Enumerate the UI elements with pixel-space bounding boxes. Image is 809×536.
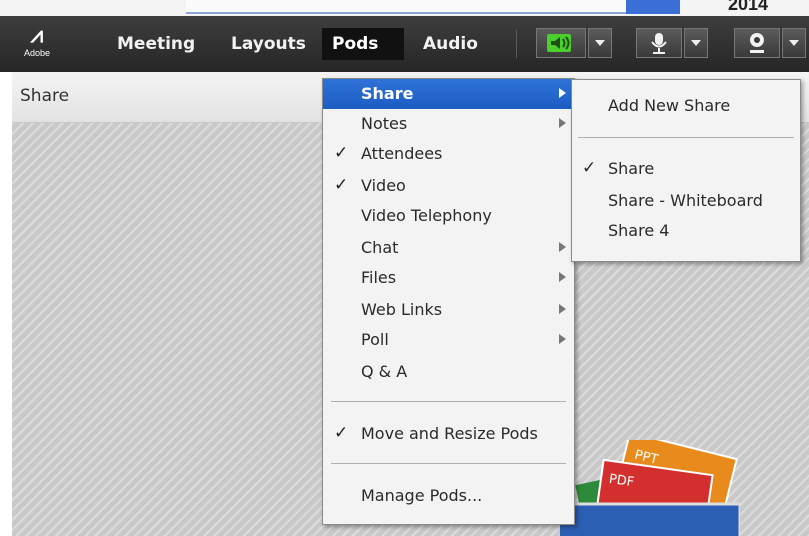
- submenu-arrow-icon: [559, 334, 566, 344]
- webcam-options-button[interactable]: [782, 28, 806, 58]
- menu-item-label: Poll: [361, 330, 389, 349]
- menu-item-label: Move and Resize Pods: [361, 424, 538, 443]
- chevron-down-icon: [691, 40, 701, 46]
- menu-item-label: Manage Pods...: [361, 486, 483, 505]
- webcam-icon: [750, 33, 764, 53]
- menu-audio[interactable]: Audio: [413, 28, 488, 60]
- menu-layouts[interactable]: Layouts: [221, 28, 316, 60]
- submenu-arrow-icon: [559, 118, 566, 128]
- pods-menu-item-move-resize[interactable]: ✓ Move and Resize Pods: [323, 419, 574, 449]
- menu-item-label: Q & A: [361, 362, 408, 381]
- adobe-logo-text: Adobe: [23, 48, 51, 58]
- speaker-button[interactable]: [536, 28, 586, 58]
- pods-menu-item-chat[interactable]: Chat: [323, 233, 574, 263]
- speaker-options-button[interactable]: [588, 28, 612, 58]
- menu-divider: [578, 137, 794, 138]
- pods-menu-item-web-links[interactable]: Web Links: [323, 295, 574, 325]
- chevron-down-icon: [595, 40, 605, 46]
- webcam-button[interactable]: [734, 28, 780, 58]
- pod-title: Share: [20, 86, 70, 106]
- menu-item-label: Chat: [361, 238, 399, 257]
- checkmark-icon: ✓: [334, 423, 349, 443]
- submenu-arrow-icon: [559, 272, 566, 282]
- pods-menu-item-poll[interactable]: Poll: [323, 325, 574, 355]
- pods-menu-item-attendees[interactable]: ✓ Attendees: [323, 139, 574, 169]
- submenu-item-label: Share 4: [608, 221, 670, 240]
- microphone-options-button[interactable]: [684, 28, 708, 58]
- submenu-arrow-icon: [559, 304, 566, 314]
- address-bar[interactable]: [186, 0, 626, 14]
- checkmark-icon: ✓: [582, 158, 597, 178]
- submenu-item-label: Add New Share: [608, 96, 731, 115]
- pods-menu: Share Notes ✓ Attendees ✓ Video Video Te…: [322, 78, 575, 525]
- stage-margin: [0, 72, 12, 536]
- checkmark-icon: ✓: [334, 175, 349, 195]
- menu-item-label: Web Links: [361, 300, 443, 319]
- pods-menu-item-files[interactable]: Files: [323, 263, 574, 293]
- browser-tab[interactable]: [626, 0, 680, 14]
- adobe-logo-glyph-icon: ⩘: [30, 23, 44, 48]
- pods-menu-item-video[interactable]: ✓ Video: [323, 171, 574, 201]
- pods-menu-item-manage-pods[interactable]: Manage Pods...: [323, 481, 574, 511]
- share-documents-graphic: PPT PDF: [560, 440, 740, 536]
- submenu-arrow-icon: [559, 242, 566, 252]
- menu-item-label: Video: [361, 176, 406, 195]
- share-submenu-item-add-new-share[interactable]: Add New Share: [572, 92, 800, 120]
- pods-menu-item-notes[interactable]: Notes: [323, 109, 574, 139]
- year-text: 2014: [728, 0, 769, 14]
- pods-menu-item-q-and-a[interactable]: Q & A: [323, 357, 574, 387]
- menu-item-label: Files: [361, 268, 397, 287]
- menu-divider: [331, 463, 566, 464]
- menu-divider: [331, 401, 566, 402]
- browser-chrome: 2014: [0, 0, 809, 16]
- menu-item-label: Notes: [361, 114, 408, 133]
- microphone-icon: [651, 33, 667, 54]
- speaker-icon: [547, 34, 571, 52]
- menu-item-label: Attendees: [361, 144, 443, 163]
- share-submenu-item-share[interactable]: ✓ Share: [572, 155, 800, 183]
- top-menubar: ⩘ Adobe Meeting Layouts Pods Audio: [0, 16, 809, 72]
- adobe-logo: ⩘ Adobe: [22, 24, 52, 66]
- microphone-button[interactable]: [636, 28, 682, 58]
- submenu-arrow-icon: [559, 88, 566, 98]
- pods-menu-item-share[interactable]: Share: [323, 79, 574, 109]
- menu-item-label: Share: [361, 84, 414, 103]
- menu-meeting[interactable]: Meeting: [107, 28, 205, 60]
- share-submenu-item-share-4[interactable]: Share 4: [572, 217, 800, 245]
- checkmark-icon: ✓: [334, 143, 349, 163]
- submenu-item-label: Share - Whiteboard: [608, 191, 763, 210]
- chevron-down-icon: [789, 40, 799, 46]
- menu-pods[interactable]: Pods: [322, 28, 404, 60]
- pods-menu-item-video-telephony[interactable]: Video Telephony: [323, 201, 574, 231]
- share-submenu-item-share-whiteboard[interactable]: Share - Whiteboard: [572, 187, 800, 215]
- share-submenu: Add New Share ✓ Share Share - Whiteboard…: [571, 79, 801, 262]
- menu-item-label: Video Telephony: [361, 206, 492, 225]
- toolbar-divider: [516, 30, 517, 58]
- submenu-item-label: Share: [608, 159, 655, 178]
